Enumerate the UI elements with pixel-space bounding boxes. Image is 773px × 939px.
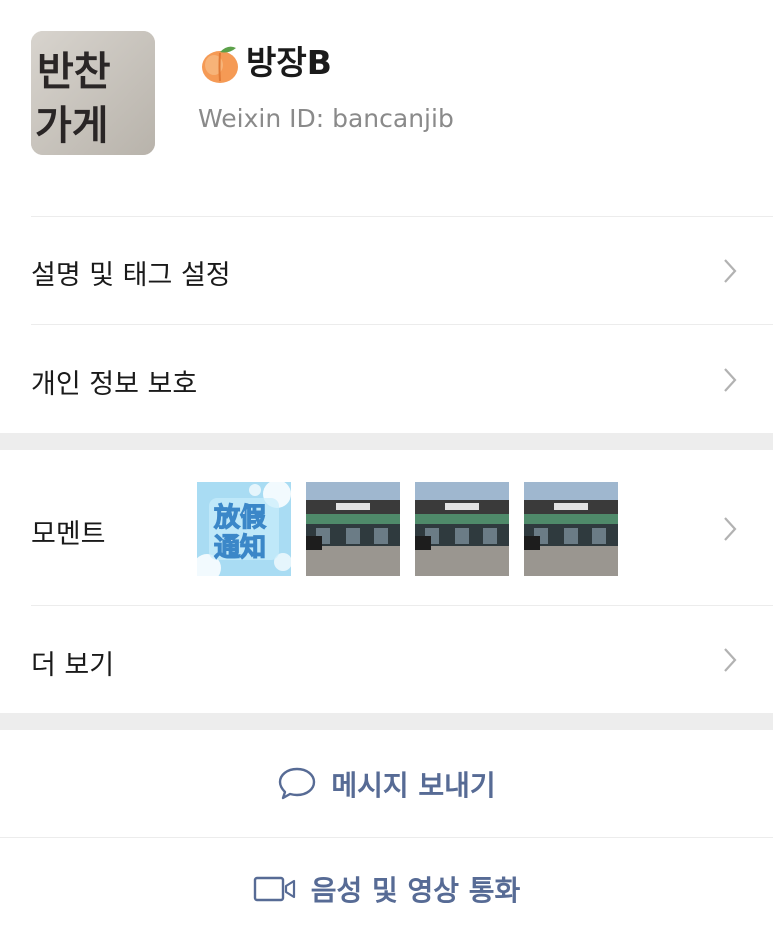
more-row[interactable]: 더 보기 [0,606,773,713]
chevron-right-icon [724,517,737,541]
chevron-right-icon [724,648,737,672]
chat-bubble-icon [279,767,316,799]
more-label: 더 보기 [31,650,115,681]
chevron-right-icon [724,259,737,283]
voice-video-call-button[interactable]: 음성 및 영상 통화 [0,838,773,939]
privacy-row[interactable]: 개인 정보 보호 [0,325,773,433]
peach-icon [202,46,238,83]
notice-text-1: 放假 [213,502,266,533]
moments-thumb-storefront [524,482,618,576]
remarks-tags-label: 설명 및 태그 설정 [31,260,231,291]
notice-text-2: 通知 [214,533,266,563]
weixin-id: Weixin ID: bancanjib [198,104,454,133]
nickname: 방장B [198,40,332,86]
avatar[interactable]: 반찬 가게 [31,31,155,155]
moments-thumb-notice: 放假 通知 [197,482,291,576]
moments-thumb-storefront [306,482,400,576]
nickname-text: 방장B [246,43,332,82]
privacy-label: 개인 정보 보호 [31,369,198,400]
avatar-text-2: 가게 [35,103,109,149]
voice-video-call-label: 음성 및 영상 통화 [310,873,521,907]
send-message-button[interactable]: 메시지 보내기 [0,730,773,837]
chevron-right-icon [724,368,737,392]
section-gap [0,713,773,730]
moments-thumb-storefront [415,482,509,576]
moments-label: 모멘트 [31,519,106,550]
video-camera-icon [253,876,295,901]
send-message-label: 메시지 보내기 [331,768,496,802]
profile-header: 반찬 가게 방장B Weixin ID: bancanjib [0,0,773,216]
remarks-tags-row[interactable]: 설명 및 태그 설정 [0,217,773,324]
avatar-text-1: 반찬 [37,49,111,95]
section-gap [0,433,773,450]
